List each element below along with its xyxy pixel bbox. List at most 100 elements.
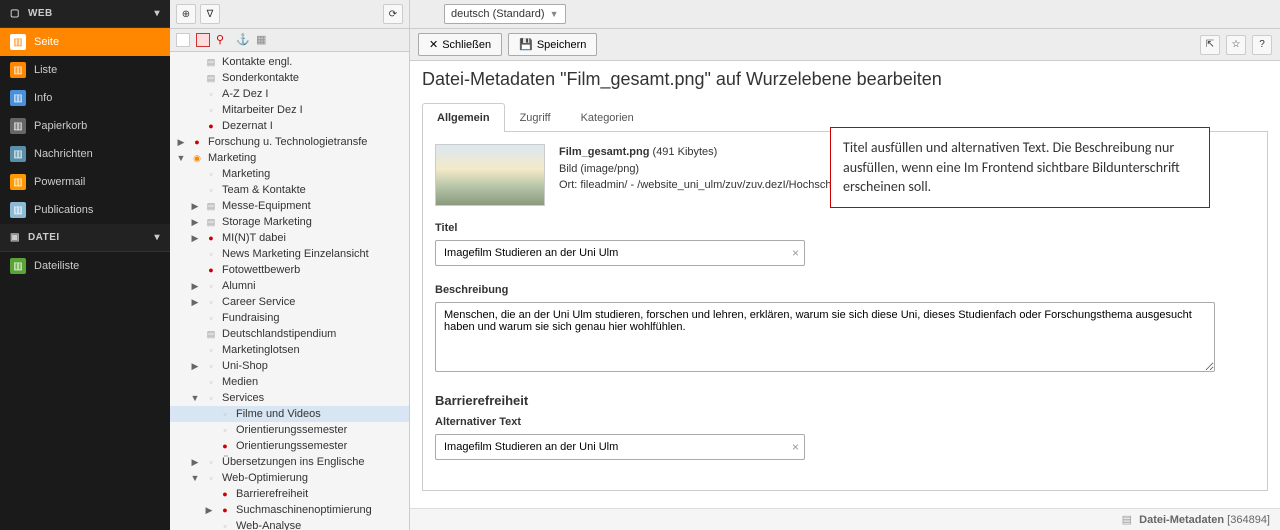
tree-node[interactable]: ▤ Deutschlandstipendium [170,326,409,342]
tree-node[interactable]: ▤Sonderkontakte [170,70,409,86]
bookmark-icon[interactable]: ☆ [1226,35,1246,55]
alt-input[interactable] [435,434,805,460]
page-type-icon: ▤ [204,55,218,69]
tree-node[interactable]: ▶▫Alumni [170,278,409,294]
sidebar-item-seite[interactable]: ▥Seite [0,28,170,56]
language-select[interactable]: deutsch (Standard) ▼ [444,4,566,24]
tab-zugriff[interactable]: Zugriff [505,103,566,132]
module-icon: ▥ [10,90,26,106]
tree-node[interactable]: ▫Orientierungssemester [170,422,409,438]
annotation-text: Titel ausfüllen und alternativen Text. D… [843,139,1180,195]
sidebar-item-liste[interactable]: ▥Liste [0,56,170,84]
expand-arrow-icon[interactable]: ▶ [190,281,200,292]
expand-arrow-icon[interactable]: ▶ [190,217,200,228]
help-icon[interactable]: ? [1252,35,1272,55]
sidebar-item-label: Papierkorb [34,120,87,132]
tree-node-label: Alumni [222,280,256,292]
tree-node[interactable]: ▼◉Marketing [170,150,409,166]
tree-node-label: Deutschlandstipendium [222,328,336,340]
expand-arrow-icon[interactable]: ▶ [176,137,186,148]
expand-arrow-icon[interactable]: ▼ [190,473,200,483]
tree-node[interactable]: ▫A-Z Dez I [170,86,409,102]
tree-node[interactable]: ▤Kontakte engl. [170,54,409,70]
tree-node[interactable]: ▶●Suchmaschinenoptimierung [170,502,409,518]
tree-node[interactable]: ▫Marketing [170,166,409,182]
page-type-icon: ▤ [204,71,218,85]
expand-arrow-icon[interactable]: ▶ [190,361,200,372]
tree-node-label: Übersetzungen ins Englische [222,456,364,468]
tree-node[interactable]: ▫Team & Kontakte [170,182,409,198]
tree-node-label: MI(N)T dabei [222,232,286,244]
page-tree[interactable]: ▤Kontakte engl.▤Sonderkontakte▫A-Z Dez I… [170,52,409,530]
tree-node[interactable]: ▶▫Career Service [170,294,409,310]
tree-node[interactable]: ▫News Marketing Einzelansicht [170,246,409,262]
tree-node[interactable]: ▶●MI(N)T dabei [170,230,409,246]
tree-node[interactable]: ●Orientierungssemester [170,438,409,454]
sidebar-item-papierkorb[interactable]: ▥ Papierkorb [0,112,170,140]
open-external-icon[interactable]: ⇱ [1200,35,1220,55]
expand-arrow-icon[interactable]: ▼ [190,393,200,403]
sidebar-item-label: Publications [34,204,93,216]
page-red-icon[interactable] [196,33,210,47]
beschreibung-textarea[interactable] [435,302,1215,372]
expand-arrow-icon[interactable]: ▶ [204,505,214,516]
module-icon: ▥ [10,146,26,162]
tree-node[interactable]: ▶▫Uni-Shop [170,358,409,374]
folder-icon[interactable]: ▦ [256,33,270,47]
clear-icon[interactable]: × [792,246,799,260]
tree-node[interactable]: ●Dezernat I [170,118,409,134]
tree-node[interactable]: ▫Filme und Videos [170,406,409,422]
tree-node[interactable]: ▶▤Messe-Equipment [170,198,409,214]
module-icon: ▥ [10,118,26,134]
tree-node[interactable]: ▫Medien [170,374,409,390]
expand-arrow-icon[interactable]: ▶ [190,457,200,468]
close-button[interactable]: ✕ Schließen [418,33,502,56]
tab-kategorien[interactable]: Kategorien [566,103,649,132]
page-type-icon: ● [218,439,232,453]
shortcut-icon[interactable]: ⚲ [216,33,230,47]
file-icon: ▢ [10,8,20,19]
expand-arrow-icon[interactable]: ▶ [190,233,200,244]
tree-node[interactable]: ▫Web-Analyse [170,518,409,530]
sidebar-item-publications[interactable]: ▥ Publications [0,196,170,224]
module-icon: ▥ [10,202,26,218]
sidebar-item-dateiliste[interactable]: ▥Dateiliste [0,252,170,280]
expand-arrow-icon[interactable]: ▶ [190,297,200,308]
tree-node[interactable]: ▫Mitarbeiter Dez I [170,102,409,118]
tree-node-label: Forschung u. Technologietransfe [208,136,367,148]
page-type-icon: ▤ [204,327,218,341]
tree-node-label: Medien [222,376,258,388]
tree-node[interactable]: ▼▫Web-Optimierung [170,470,409,486]
expand-arrow-icon[interactable]: ▶ [190,201,200,212]
tree-node[interactable]: ●Fotowettbewerb [170,262,409,278]
tab-allgemein[interactable]: Allgemein [422,103,505,132]
new-page-icon[interactable]: ⊕ [176,4,196,24]
page-type-icon: ▫ [204,311,218,325]
sidebar-item-info[interactable]: ▥Info [0,84,170,112]
tree-node-label: Orientierungssemester [236,424,347,436]
sidebar-section-datei[interactable]: ▣ DATEI ▾ [0,224,170,252]
tree-node[interactable]: ▫Fundraising [170,310,409,326]
sidebar-item-powermail[interactable]: ▥Powermail [0,168,170,196]
sidebar-section-web[interactable]: ▢ WEB ▾ [0,0,170,28]
tree-node[interactable]: ▼▫Services [170,390,409,406]
tree-node-label: A-Z Dez I [222,88,268,100]
tree-node[interactable]: ▫Marketinglotsen [170,342,409,358]
tree-node[interactable]: ▶▤Storage Marketing [170,214,409,230]
tree-node-label: Marketing [208,152,256,164]
tree-node[interactable]: ▶●Forschung u. Technologietransfe [170,134,409,150]
tree-node[interactable]: ▶▫Übersetzungen ins Englische [170,454,409,470]
filter-icon[interactable]: ∇ [200,4,220,24]
sidebar-item-label: Dateiliste [34,260,79,272]
save-button[interactable]: 💾 Speichern [508,33,597,56]
sidebar-item-nachrichten[interactable]: ▥Nachrichten [0,140,170,168]
page-icon[interactable] [176,33,190,47]
refresh-icon[interactable]: ⟳ [383,4,403,24]
titel-input[interactable] [435,240,805,266]
expand-arrow-icon[interactable]: ▼ [176,153,186,163]
page-type-icon: ● [204,263,218,277]
tree-node[interactable]: ●Barrierefreiheit [170,486,409,502]
chevron-down-icon: ▼ [550,9,559,19]
clear-icon[interactable]: × [792,440,799,454]
link-icon[interactable]: ⚓ [236,33,250,47]
